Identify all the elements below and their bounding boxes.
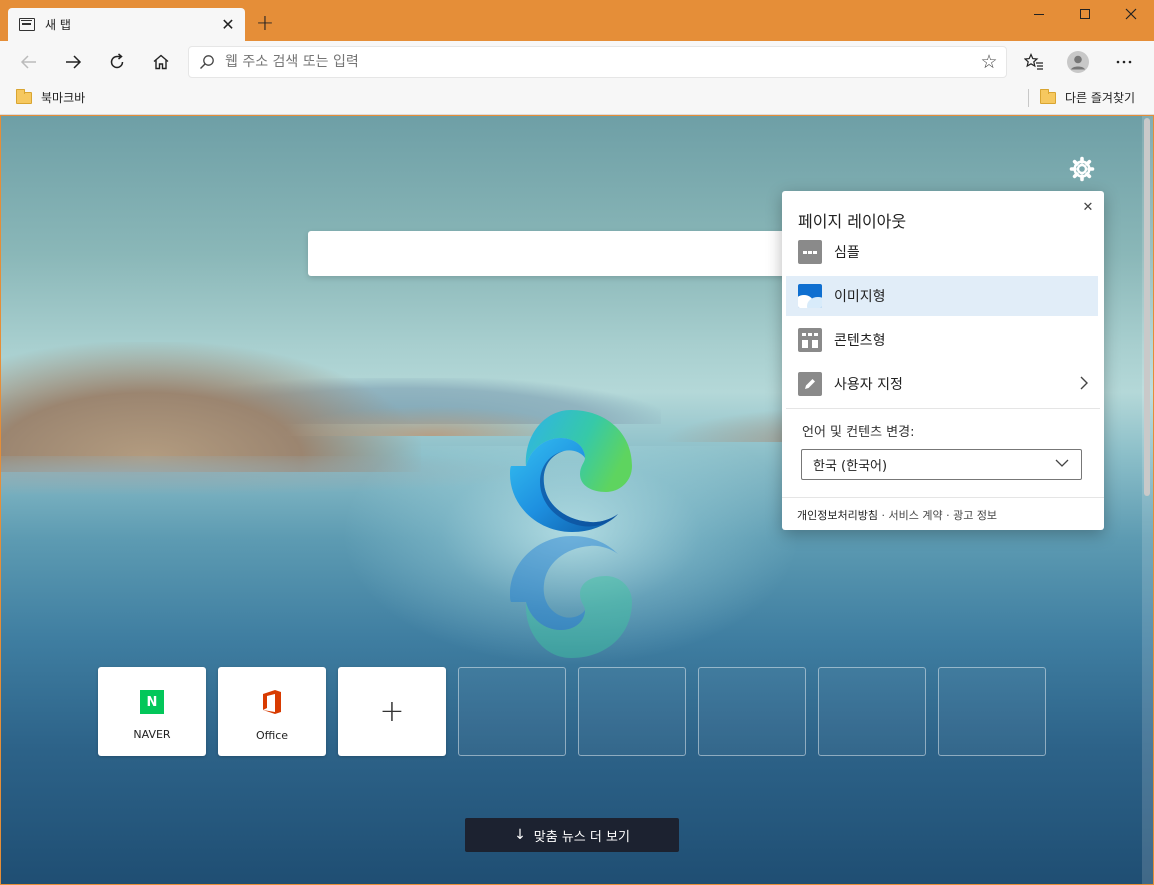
- simple-layout-icon: [798, 240, 822, 264]
- chevron-right-icon: [1080, 376, 1088, 394]
- quick-link-label: NAVER: [133, 728, 171, 741]
- page-scrollbar-thumb[interactable]: [1144, 118, 1150, 496]
- quick-link-naver[interactable]: N NAVER: [98, 667, 206, 756]
- back-button[interactable]: [13, 46, 45, 78]
- bookmarks-bar-folder[interactable]: 북마크바: [16, 88, 86, 106]
- tab-close-button[interactable]: ✕: [215, 12, 241, 38]
- web-search-box[interactable]: [308, 231, 848, 276]
- edge-logo-icon: [510, 410, 632, 532]
- empty-quick-link-slot: [818, 667, 926, 756]
- bookmarks-bar: 북마크바 다른 즐겨찾기: [0, 82, 1154, 115]
- personalized-news-button[interactable]: ↓ 맞춤 뉴스 더 보기: [465, 818, 679, 852]
- language-select-value: 한국 (한국어): [813, 459, 888, 474]
- favorites-list-icon: [1024, 53, 1043, 70]
- layout-option-label: 이미지형: [834, 289, 886, 305]
- quick-link-office[interactable]: Office: [218, 667, 326, 756]
- maximize-button[interactable]: [1062, 0, 1108, 28]
- layout-option-simple[interactable]: 심플: [786, 232, 1098, 272]
- address-input[interactable]: [225, 54, 972, 70]
- empty-quick-link-slot: [578, 667, 686, 756]
- profile-button[interactable]: [1062, 46, 1094, 78]
- tab-title: 새 탭: [45, 18, 71, 32]
- close-icon: [1125, 8, 1137, 20]
- bookmarks-separator: [1028, 89, 1029, 107]
- empty-quick-link-slot: [458, 667, 566, 756]
- new-tab-button[interactable]: +: [252, 10, 278, 36]
- page-settings-gear-icon[interactable]: [1069, 156, 1095, 182]
- panel-title: 페이지 레이아웃: [798, 212, 907, 231]
- empty-quick-link-slot: [698, 667, 806, 756]
- panel-divider: [786, 408, 1100, 409]
- more-dots-icon: [1116, 60, 1132, 64]
- image-layout-icon: [798, 284, 822, 308]
- edge-logo-reflection: [510, 536, 632, 658]
- layout-option-label: 심플: [834, 245, 860, 261]
- browser-toolbar: ☆: [0, 41, 1154, 82]
- personalized-news-label: 맞춤 뉴스 더 보기: [533, 829, 630, 845]
- back-arrow-icon: [20, 55, 36, 69]
- layout-option-custom[interactable]: 사용자 지정: [786, 364, 1098, 404]
- language-select[interactable]: 한국 (한국어): [801, 449, 1082, 480]
- maximize-icon: [1080, 9, 1090, 19]
- layout-option-label: 콘텐츠형: [834, 333, 886, 349]
- down-arrow-icon: ↓: [514, 827, 526, 843]
- naver-icon: N: [140, 690, 164, 714]
- refresh-button[interactable]: [101, 46, 133, 78]
- add-quick-link-button[interactable]: +: [338, 667, 446, 756]
- title-bar: 새 탭 ✕ +: [0, 0, 1154, 41]
- quick-link-label: Office: [255, 729, 289, 742]
- refresh-icon: [110, 53, 124, 69]
- other-favorites-folder[interactable]: 다른 즐겨찾기: [1040, 88, 1136, 106]
- footer-separator: ·: [877, 509, 889, 522]
- folder-icon: [1040, 88, 1056, 104]
- layout-option-label: 사용자 지정: [834, 377, 903, 393]
- home-button[interactable]: [145, 46, 177, 78]
- home-icon: [153, 54, 169, 70]
- ad-info-link[interactable]: 광고 정보: [953, 509, 997, 522]
- footer-separator: ·: [942, 509, 954, 522]
- bookmarks-bar-folder-label: 북마크바: [41, 91, 86, 105]
- privacy-policy-link[interactable]: 개인정보처리방침: [797, 509, 878, 522]
- add-favorite-star-icon[interactable]: ☆: [972, 51, 1006, 73]
- chevron-down-icon: [1055, 456, 1069, 474]
- language-label: 언어 및 컨텐츠 변경:: [802, 425, 915, 440]
- panel-close-button[interactable]: ✕: [1079, 198, 1097, 216]
- folder-icon: [16, 88, 32, 104]
- forward-arrow-icon: [66, 55, 82, 69]
- close-window-button[interactable]: [1108, 0, 1154, 28]
- search-icon: [189, 54, 225, 70]
- panel-footer: 개인정보처리방침 · 서비스 계약 · 광고 정보: [797, 507, 997, 523]
- content-layout-icon: [798, 328, 822, 352]
- tab-new-tab[interactable]: 새 탭 ✕: [8, 8, 245, 41]
- favorites-button[interactable]: [1018, 46, 1050, 78]
- service-agreement-link[interactable]: 서비스 계약: [888, 509, 942, 522]
- layout-option-content[interactable]: 콘텐츠형: [786, 320, 1098, 360]
- page-layout-panel: 페이지 레이아웃 ✕ 심플 이미지형 콘텐츠형 사용자 지정 언어 및 컨텐츠 …: [782, 191, 1104, 530]
- empty-quick-link-slot: [938, 667, 1046, 756]
- new-tab-page-icon: [19, 18, 35, 31]
- other-favorites-label: 다른 즐겨찾기: [1065, 91, 1136, 105]
- office-icon: [263, 690, 281, 714]
- panel-divider: [782, 497, 1104, 498]
- layout-option-image[interactable]: 이미지형: [786, 276, 1098, 316]
- avatar-icon: [1067, 51, 1089, 73]
- settings-more-button[interactable]: [1108, 46, 1140, 78]
- plus-icon: +: [379, 694, 405, 729]
- minimize-button[interactable]: [1016, 0, 1062, 28]
- custom-pencil-icon: [798, 372, 822, 396]
- minimize-icon: [1034, 13, 1044, 15]
- forward-button[interactable]: [57, 46, 89, 78]
- address-bar[interactable]: ☆: [188, 46, 1007, 78]
